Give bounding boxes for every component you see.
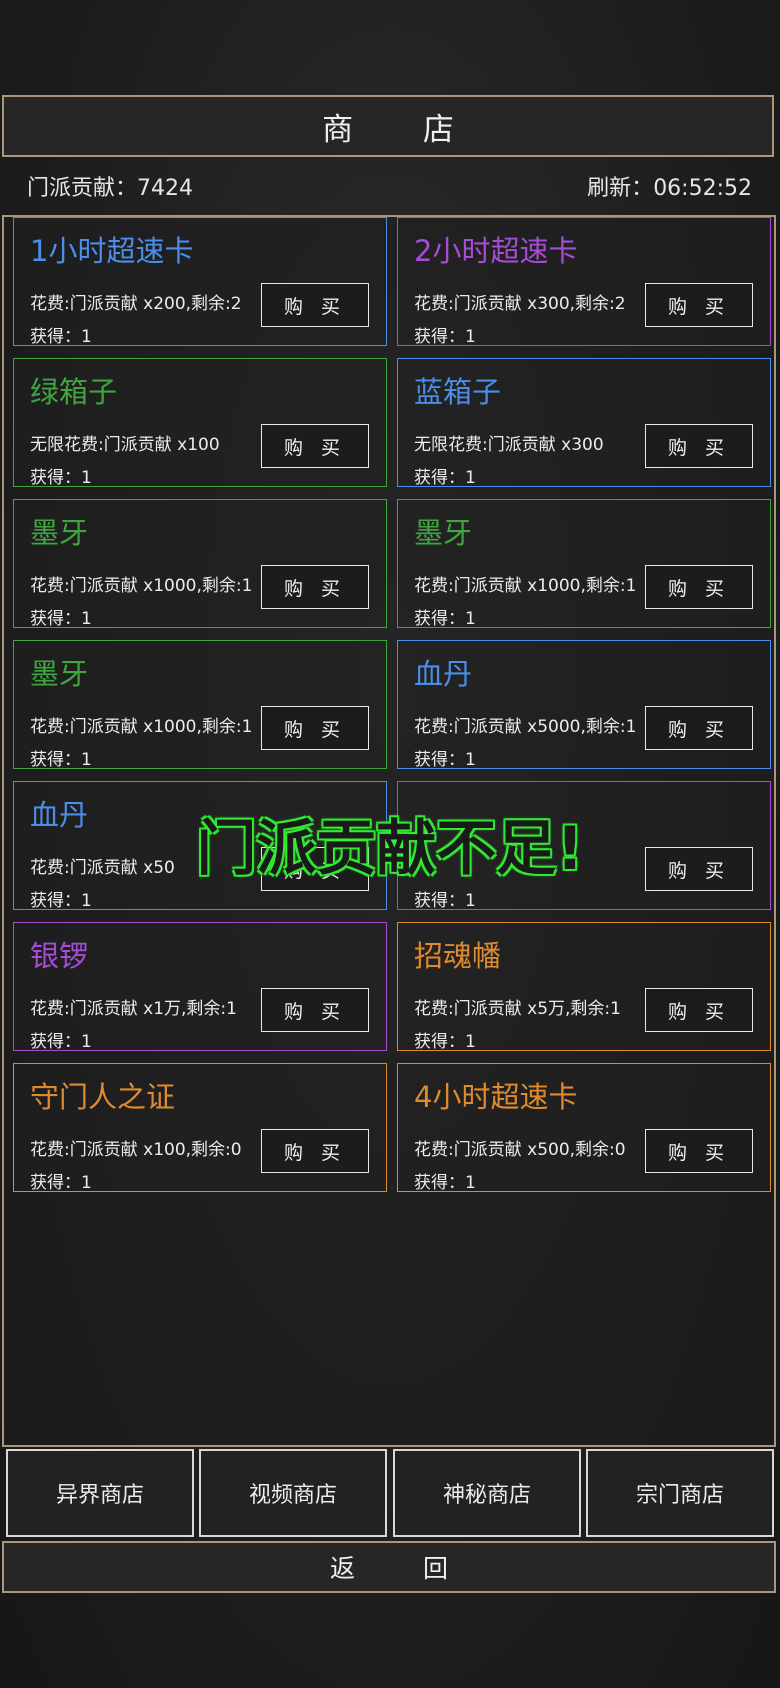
shop-item-card: 血丹花费:门派贡献 x5000,剩余:1 获得：1 购 买: [397, 640, 771, 770]
buy-button[interactable]: 购 买: [645, 424, 753, 468]
back-label: 返 回: [330, 1554, 478, 1583]
shop-item-card: 墨牙花费:门派贡献 x1000,剩余:1 获得：1 购 买: [13, 499, 387, 629]
shop-item-card: 墨牙花费:门派贡献 x1000,剩余:1 获得：1 购 买: [397, 499, 771, 629]
tab-video-shop[interactable]: 视频商店: [199, 1449, 387, 1537]
contribution-label: 门派贡献：: [27, 176, 138, 201]
item-name: 2小时超速卡: [414, 234, 578, 268]
shop-item-card: 绿箱子无限花费:门派贡献 x100 获得：1 购 买: [13, 358, 387, 488]
shop-item-card: 墨牙花费:门派贡献 x1000,剩余:1 获得：1 购 买: [13, 640, 387, 770]
toast-message: 门派贡献不足!: [196, 814, 584, 884]
item-name: 招魂幡: [414, 939, 502, 973]
item-gain: 获得：1: [30, 750, 92, 770]
item-name: 蓝箱子: [414, 375, 502, 409]
item-gain: 获得：1: [30, 1032, 92, 1052]
refresh-timer: 刷新：06:52:52: [587, 170, 752, 202]
shop-item-card: 守门人之证花费:门派贡献 x100,剩余:0 获得：1 购 买: [13, 1063, 387, 1193]
shop-item-card: 蓝箱子无限花费:门派贡献 x300 获得：1 购 买: [397, 358, 771, 488]
back-button[interactable]: 返 回: [2, 1541, 776, 1593]
buy-button[interactable]: 购 买: [645, 565, 753, 609]
buy-button[interactable]: 购 买: [645, 283, 753, 327]
item-cost: 花费:门派贡献 x200,剩余:2: [30, 294, 242, 314]
buy-button[interactable]: 购 买: [261, 565, 369, 609]
item-gain: 获得：1: [414, 609, 476, 629]
item-name: 4小时超速卡: [414, 1080, 578, 1114]
item-cost: 花费:门派贡献 x1000,剩余:1: [30, 717, 253, 737]
item-cost: 花费:门派贡献 x1万,剩余:1: [30, 999, 237, 1019]
item-cost: 无限花费:门派贡献 x100: [30, 435, 220, 455]
item-gain: 获得：1: [414, 750, 476, 770]
item-cost: 无限花费:门派贡献 x300: [414, 435, 604, 455]
shop-title-bar: 商 店: [2, 95, 774, 157]
item-name: 守门人之证: [30, 1080, 176, 1114]
item-name: 血丹: [414, 657, 473, 691]
item-gain: 获得：1: [414, 468, 476, 488]
contribution-value: 7424: [137, 176, 194, 201]
item-cost: 花费:门派贡献 x1000,剩余:1: [30, 576, 253, 596]
shop-tabs: 异界商店 视频商店 神秘商店 宗门商店: [6, 1449, 776, 1537]
tab-mystery-shop[interactable]: 神秘商店: [393, 1449, 581, 1537]
tab-otherworld-shop[interactable]: 异界商店: [6, 1449, 194, 1537]
item-cost: 花费:门派贡献 x300,剩余:2: [414, 294, 626, 314]
refresh-value: 06:52:52: [653, 176, 752, 201]
item-gain: 获得：1: [30, 1173, 92, 1193]
item-gain: 获得：1: [414, 1032, 476, 1052]
shop-item-card: 招魂幡花费:门派贡献 x5万,剩余:1 获得：1 购 买: [397, 922, 771, 1052]
contribution-display: 门派贡献：7424: [27, 170, 193, 202]
item-gain: 获得：1: [30, 327, 92, 347]
buy-button[interactable]: 购 买: [261, 706, 369, 750]
item-gain: 获得：1: [414, 327, 476, 347]
page-title: 商 店: [322, 111, 484, 148]
item-name: 墨牙: [414, 516, 473, 550]
buy-button[interactable]: 购 买: [261, 424, 369, 468]
status-row: 门派贡献：7424 刷新：06:52:52: [27, 168, 752, 204]
item-cost: 花费:门派贡献 x1000,剩余:1: [414, 576, 637, 596]
buy-button[interactable]: 购 买: [261, 988, 369, 1032]
buy-button[interactable]: 购 买: [261, 1129, 369, 1173]
item-gain: 获得：1: [414, 891, 476, 911]
shop-item-card: 4小时超速卡花费:门派贡献 x500,剩余:0 获得：1 购 买: [397, 1063, 771, 1193]
buy-button[interactable]: 购 买: [645, 1129, 753, 1173]
item-gain: 获得：1: [30, 468, 92, 488]
item-name: 墨牙: [30, 657, 89, 691]
buy-button[interactable]: 购 买: [645, 706, 753, 750]
item-cost: 花费:门派贡献 x5万,剩余:1: [414, 999, 621, 1019]
item-cost: 花费:门派贡献 x5000,剩余:1: [414, 717, 637, 737]
shop-item-card: 1小时超速卡花费:门派贡献 x200,剩余:2 获得：1 购 买: [13, 217, 387, 347]
buy-button[interactable]: 购 买: [645, 988, 753, 1032]
item-name: 1小时超速卡: [30, 234, 194, 268]
shop-item-card: 2小时超速卡花费:门派贡献 x300,剩余:2 获得：1 购 买: [397, 217, 771, 347]
item-cost: 花费:门派贡献 x100,剩余:0: [30, 1140, 242, 1160]
item-gain: 获得：1: [30, 609, 92, 629]
item-name: 绿箱子: [30, 375, 118, 409]
shop-item-card: 银锣花费:门派贡献 x1万,剩余:1 获得：1 购 买: [13, 922, 387, 1052]
item-name: 墨牙: [30, 516, 89, 550]
buy-button[interactable]: 购 买: [261, 283, 369, 327]
item-gain: 获得：1: [30, 891, 92, 911]
item-gain: 获得：1: [414, 1173, 476, 1193]
item-name: 银锣: [30, 939, 89, 973]
item-cost: 花费:门派贡献 x500,剩余:0: [414, 1140, 626, 1160]
tab-sect-shop[interactable]: 宗门商店: [586, 1449, 774, 1537]
refresh-label: 刷新：: [587, 176, 654, 201]
